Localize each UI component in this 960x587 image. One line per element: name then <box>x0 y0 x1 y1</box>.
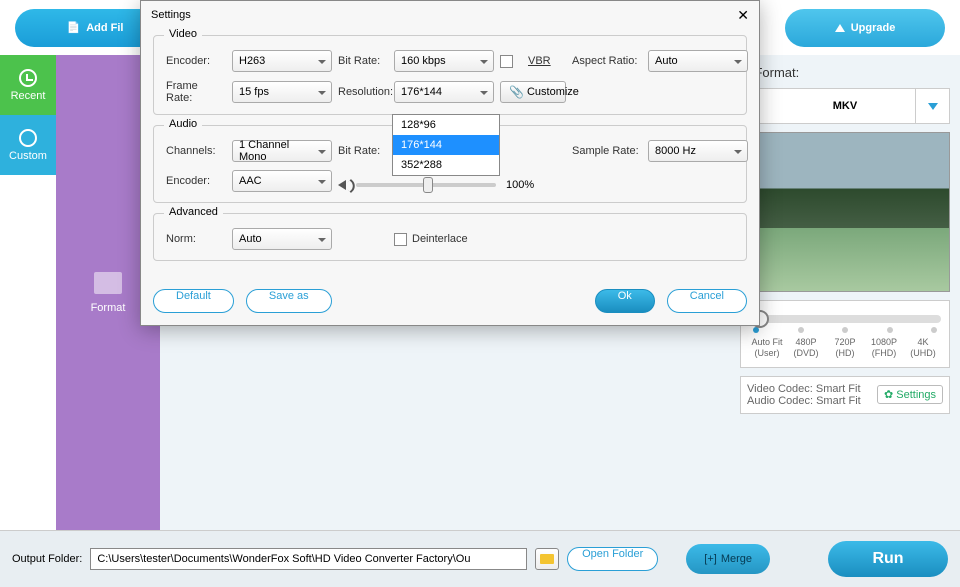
chevron-down-icon <box>915 89 949 123</box>
video-codec-label: Video Codec: Smart Fit <box>747 383 861 395</box>
framerate-select[interactable]: 15 fps <box>232 81 332 103</box>
modal-title: Settings <box>151 9 191 21</box>
volume-slider[interactable] <box>356 183 496 187</box>
add-file-label: Add Fil <box>86 22 123 34</box>
settings-button[interactable]: ✿ Settings <box>877 385 943 404</box>
ok-button[interactable]: Ok <box>595 289 655 313</box>
folder-icon <box>540 554 554 564</box>
audio-bitrate-label: Bit Rate: <box>338 145 388 157</box>
gear-icon: ✿ <box>884 388 893 401</box>
advanced-group: Advanced Norm: Auto Deinterlace <box>153 213 747 261</box>
dialog-buttons: Default Save as Ok Cancel <box>141 281 759 325</box>
upgrade-label: Upgrade <box>851 22 896 34</box>
clock-icon <box>19 69 37 87</box>
deinterlace-label: Deinterlace <box>412 233 468 245</box>
audio-group-title: Audio <box>164 118 202 130</box>
paperclip-icon: 📎 <box>509 85 524 99</box>
close-icon[interactable]: ✕ <box>737 7 749 24</box>
norm-select[interactable]: Auto <box>232 228 332 250</box>
tab-recent[interactable]: Recent <box>0 55 56 115</box>
audio-codec-label: Audio Codec: Smart Fit <box>747 395 861 407</box>
vbr-checkbox[interactable] <box>500 55 513 68</box>
modal-titlebar: Settings ✕ <box>141 1 759 29</box>
samplerate-select[interactable]: 8000 Hz <box>648 140 748 162</box>
tab-custom-label: Custom <box>9 150 47 162</box>
advanced-group-title: Advanced <box>164 206 223 218</box>
video-encoder-select[interactable]: H263 <box>232 50 332 72</box>
file-icon: 📄 <box>67 21 81 34</box>
default-button[interactable]: Default <box>153 289 234 313</box>
channels-label: Channels: <box>166 145 226 157</box>
merge-icon: [+] <box>704 553 717 565</box>
browse-folder-button[interactable] <box>535 548 559 570</box>
tab-custom[interactable]: Custom <box>0 115 56 175</box>
framerate-label: Frame Rate: <box>166 80 226 104</box>
output-format-value: MKV <box>833 100 857 112</box>
encoder-label: Encoder: <box>166 55 226 67</box>
arrow-up-icon <box>835 24 845 32</box>
output-folder-label: Output Folder: <box>12 553 82 565</box>
resolution-label: Resolution: <box>338 86 388 98</box>
codec-bar: Video Codec: Smart Fit Audio Codec: Smar… <box>740 376 950 414</box>
deinterlace-checkbox[interactable] <box>394 233 407 246</box>
channels-select[interactable]: 1 Channel Mono <box>232 140 332 162</box>
dropdown-option[interactable]: 128*96 <box>393 115 499 135</box>
output-format-title: ut Format: <box>740 65 950 80</box>
right-panel: ut Format: MKV Auto Fit(User)480P(DVD)72… <box>730 55 960 530</box>
resolution-select[interactable]: 176*144 <box>394 81 494 103</box>
video-group-title: Video <box>164 28 202 40</box>
video-group: Video Encoder: H263 Bit Rate: 160 kbps V… <box>153 35 747 115</box>
bitrate-label: Bit Rate: <box>338 55 388 67</box>
vbr-label: VBR <box>528 55 566 67</box>
customize-button[interactable]: 📎Customize <box>500 81 566 103</box>
aspect-ratio-select[interactable]: Auto <box>648 50 748 72</box>
open-folder-button[interactable]: Open Folder <box>567 547 658 571</box>
dropdown-option[interactable]: 352*288 <box>393 155 499 175</box>
tab-recent-label: Recent <box>11 90 46 102</box>
norm-label: Norm: <box>166 233 226 245</box>
resolution-dropdown: 128*96176*144352*288 <box>392 114 500 176</box>
volume-value: 100% <box>506 179 534 191</box>
aspect-label: Aspect Ratio: <box>572 55 642 67</box>
output-folder-input[interactable]: C:\Users\tester\Documents\WonderFox Soft… <box>90 548 527 570</box>
samplerate-label: Sample Rate: <box>572 145 642 157</box>
preview-image <box>740 132 950 292</box>
resolution-dots <box>749 327 941 333</box>
video-bitrate-select[interactable]: 160 kbps <box>394 50 494 72</box>
upgrade-button[interactable]: Upgrade <box>785 9 945 47</box>
merge-button[interactable]: [+]Merge <box>686 544 770 574</box>
gear-icon <box>19 129 37 147</box>
left-sidebar: Recent Custom <box>0 55 56 530</box>
resolution-panel: Auto Fit(User)480P(DVD)720P(HD)1080P(FHD… <box>740 300 950 368</box>
output-format-select[interactable]: MKV <box>740 88 950 124</box>
resolution-slider[interactable] <box>749 315 941 323</box>
folder-icon <box>94 272 122 294</box>
audio-encoder-label: Encoder: <box>166 175 226 187</box>
cancel-button[interactable]: Cancel <box>667 289 747 313</box>
resolution-labels: Auto Fit(User)480P(DVD)720P(HD)1080P(FHD… <box>749 337 941 359</box>
saveas-button[interactable]: Save as <box>246 289 332 313</box>
speaker-icon <box>338 180 346 190</box>
bottom-bar: Output Folder: C:\Users\tester\Documents… <box>0 530 960 587</box>
settings-label: Settings <box>896 389 936 401</box>
audio-encoder-select[interactable]: AAC <box>232 170 332 192</box>
format-bar-label: Format <box>91 302 126 314</box>
dropdown-option[interactable]: 176*144 <box>393 135 499 155</box>
run-button[interactable]: Run <box>828 541 948 577</box>
